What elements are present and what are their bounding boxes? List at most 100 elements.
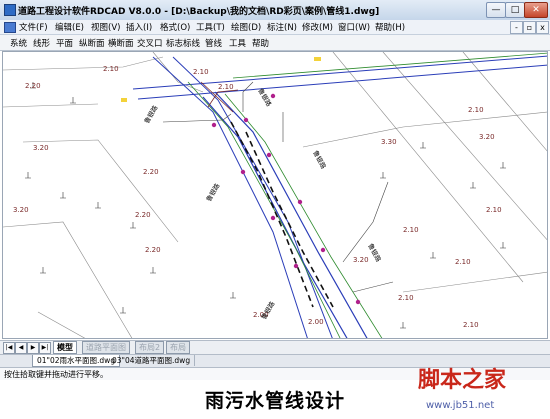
lot-line bbox=[22, 139, 179, 243]
window-title: 道路工程设计软件RDCAD V8.0.0 - [D:\Backup\我的文档\R… bbox=[18, 7, 380, 17]
road-edge-line bbox=[152, 56, 308, 338]
ground-symbol bbox=[230, 292, 236, 299]
menu-help[interactable]: 帮助(H) bbox=[375, 21, 405, 33]
lot-line bbox=[3, 103, 99, 108]
toolbar-tools[interactable]: 工具 bbox=[229, 37, 246, 49]
ground-symbol bbox=[380, 172, 386, 179]
elevation-label: 2.20 bbox=[145, 246, 161, 254]
manhole bbox=[266, 152, 272, 158]
menu-format[interactable]: 格式(O) bbox=[160, 21, 190, 33]
lot-line bbox=[37, 311, 86, 338]
document-icon[interactable] bbox=[4, 22, 16, 33]
close-button[interactable]: ✕ bbox=[524, 2, 548, 18]
command-prompt-text: 按住拾取键并拖动进行平移。 bbox=[4, 370, 108, 379]
doc-tab-storm-plan[interactable]: 01"02雨水平面图.dwg bbox=[32, 355, 121, 367]
title-bar: 道路工程设计软件RDCAD V8.0.0 - [D:\Backup\我的文档\R… bbox=[0, 0, 550, 21]
maximize-button[interactable]: □ bbox=[505, 2, 525, 18]
elevation-label: 2.10 bbox=[218, 83, 234, 91]
manhole bbox=[240, 169, 246, 175]
tab-layout2[interactable]: 布局2 bbox=[135, 341, 165, 354]
app-icon[interactable] bbox=[4, 4, 16, 16]
elevation-label: 2.10 bbox=[455, 258, 471, 266]
doc-close-button[interactable]: x bbox=[536, 21, 549, 34]
ground-symbol bbox=[500, 162, 506, 169]
ground-symbol bbox=[470, 182, 476, 189]
street-label: 鲁银路 bbox=[366, 242, 383, 264]
cad-drawing: 2.10 2.20 2.10 2.10 3.20 2.20 3.20 3.30 … bbox=[3, 52, 547, 338]
toolbar-alignment[interactable]: 线形 bbox=[33, 37, 50, 49]
elevation-label: 2.10 bbox=[193, 68, 209, 76]
elevation-label: 2.20 bbox=[25, 82, 41, 90]
street-label: 鲁银路 bbox=[311, 149, 328, 171]
doc-tab-road-plan[interactable]: 03"04道路平面图.dwg bbox=[108, 355, 196, 366]
tab-layout[interactable]: 布局 bbox=[166, 341, 190, 354]
street-label: 鲁银路 bbox=[204, 181, 222, 203]
menu-dimension[interactable]: 标注(N) bbox=[267, 21, 297, 33]
elevation-label: 3.20 bbox=[479, 133, 495, 141]
dimension-line bbox=[352, 281, 394, 293]
manhole bbox=[320, 247, 326, 253]
ground-symbol bbox=[130, 222, 136, 229]
menu-insert[interactable]: 插入(I) bbox=[126, 21, 152, 33]
menu-bar: 文件(F) 编辑(E) 视图(V) 插入(I) 格式(O) 工具(T) 绘图(D… bbox=[0, 20, 550, 35]
first-tab-button[interactable]: |◀ bbox=[3, 342, 15, 354]
lot-line bbox=[462, 52, 547, 152]
menu-draw[interactable]: 绘图(D) bbox=[231, 21, 261, 33]
layout-tab-strip: |◀ ◀ ▶ ▶| 模型 道路平面图 布局2 布局 bbox=[0, 340, 550, 354]
manhole bbox=[297, 199, 303, 205]
toolbar-signs-markings[interactable]: 标志标线 bbox=[166, 37, 200, 49]
doc-maximize-button[interactable]: ▫ bbox=[523, 21, 536, 34]
elevation-label: 2.20 bbox=[143, 168, 159, 176]
main-road bbox=[152, 56, 394, 338]
last-tab-button[interactable]: ▶| bbox=[39, 342, 51, 354]
toolbar-intersection[interactable]: 交叉口 bbox=[137, 37, 163, 49]
toolbar-help[interactable]: 帮助 bbox=[252, 37, 269, 49]
tab-road-plan[interactable]: 道路平面图 bbox=[82, 341, 130, 354]
menu-edit[interactable]: 编辑(E) bbox=[55, 21, 84, 33]
elevation-label: 2.00 bbox=[308, 318, 324, 326]
elevation-label: 2.20 bbox=[135, 211, 151, 219]
cross-road bbox=[132, 52, 547, 100]
toolbar-cross-section[interactable]: 横断面 bbox=[108, 37, 134, 49]
lot-line bbox=[382, 52, 547, 241]
watermark-url: www.jb51.net bbox=[426, 400, 495, 411]
elevation-label: 3.20 bbox=[353, 256, 369, 264]
ground-symbol bbox=[25, 172, 31, 179]
tab-model[interactable]: 模型 bbox=[53, 341, 77, 354]
lot-line bbox=[332, 52, 524, 283]
next-tab-button[interactable]: ▶ bbox=[27, 342, 39, 354]
menu-modify[interactable]: 修改(M) bbox=[302, 21, 333, 33]
manhole bbox=[211, 122, 217, 128]
manhole bbox=[270, 215, 276, 221]
elevation-label: 2.10 bbox=[463, 321, 479, 329]
road-edge-line bbox=[202, 96, 348, 338]
elevation-label: 2.10 bbox=[403, 226, 419, 234]
lot-line bbox=[402, 271, 547, 293]
menu-view[interactable]: 视图(V) bbox=[91, 21, 120, 33]
ground-symbol bbox=[70, 97, 76, 104]
menu-file[interactable]: 文件(F) bbox=[19, 21, 48, 33]
toolbar-plan[interactable]: 平面 bbox=[56, 37, 73, 49]
ground-symbol bbox=[500, 242, 506, 249]
elevation-label: 3.20 bbox=[13, 206, 29, 214]
toolbar-system[interactable]: 系统 bbox=[10, 37, 27, 49]
highlight-mark bbox=[314, 57, 321, 61]
elevation-label: 3.20 bbox=[33, 144, 49, 152]
minimize-button[interactable]: — bbox=[486, 2, 506, 18]
toolbar-pipeline[interactable]: 管线 bbox=[205, 37, 222, 49]
sewer-pipe bbox=[230, 121, 314, 308]
menu-window[interactable]: 窗口(W) bbox=[338, 21, 370, 33]
ground-symbols bbox=[25, 82, 506, 329]
doc-minimize-button[interactable]: - bbox=[510, 21, 523, 34]
ground-symbol bbox=[150, 267, 156, 274]
lot-line bbox=[302, 111, 547, 148]
elevation-label: 3.30 bbox=[381, 138, 397, 146]
dimension-line bbox=[342, 181, 389, 263]
drawing-canvas[interactable]: 2.10 2.20 2.10 2.10 3.20 2.20 3.20 3.30 … bbox=[2, 51, 548, 339]
menu-tools[interactable]: 工具(T) bbox=[196, 21, 225, 33]
ground-symbol bbox=[95, 202, 101, 209]
prev-tab-button[interactable]: ◀ bbox=[15, 342, 27, 354]
manhole bbox=[355, 299, 361, 305]
toolbar-profile[interactable]: 纵断面 bbox=[79, 37, 105, 49]
ground-symbol bbox=[60, 192, 66, 199]
